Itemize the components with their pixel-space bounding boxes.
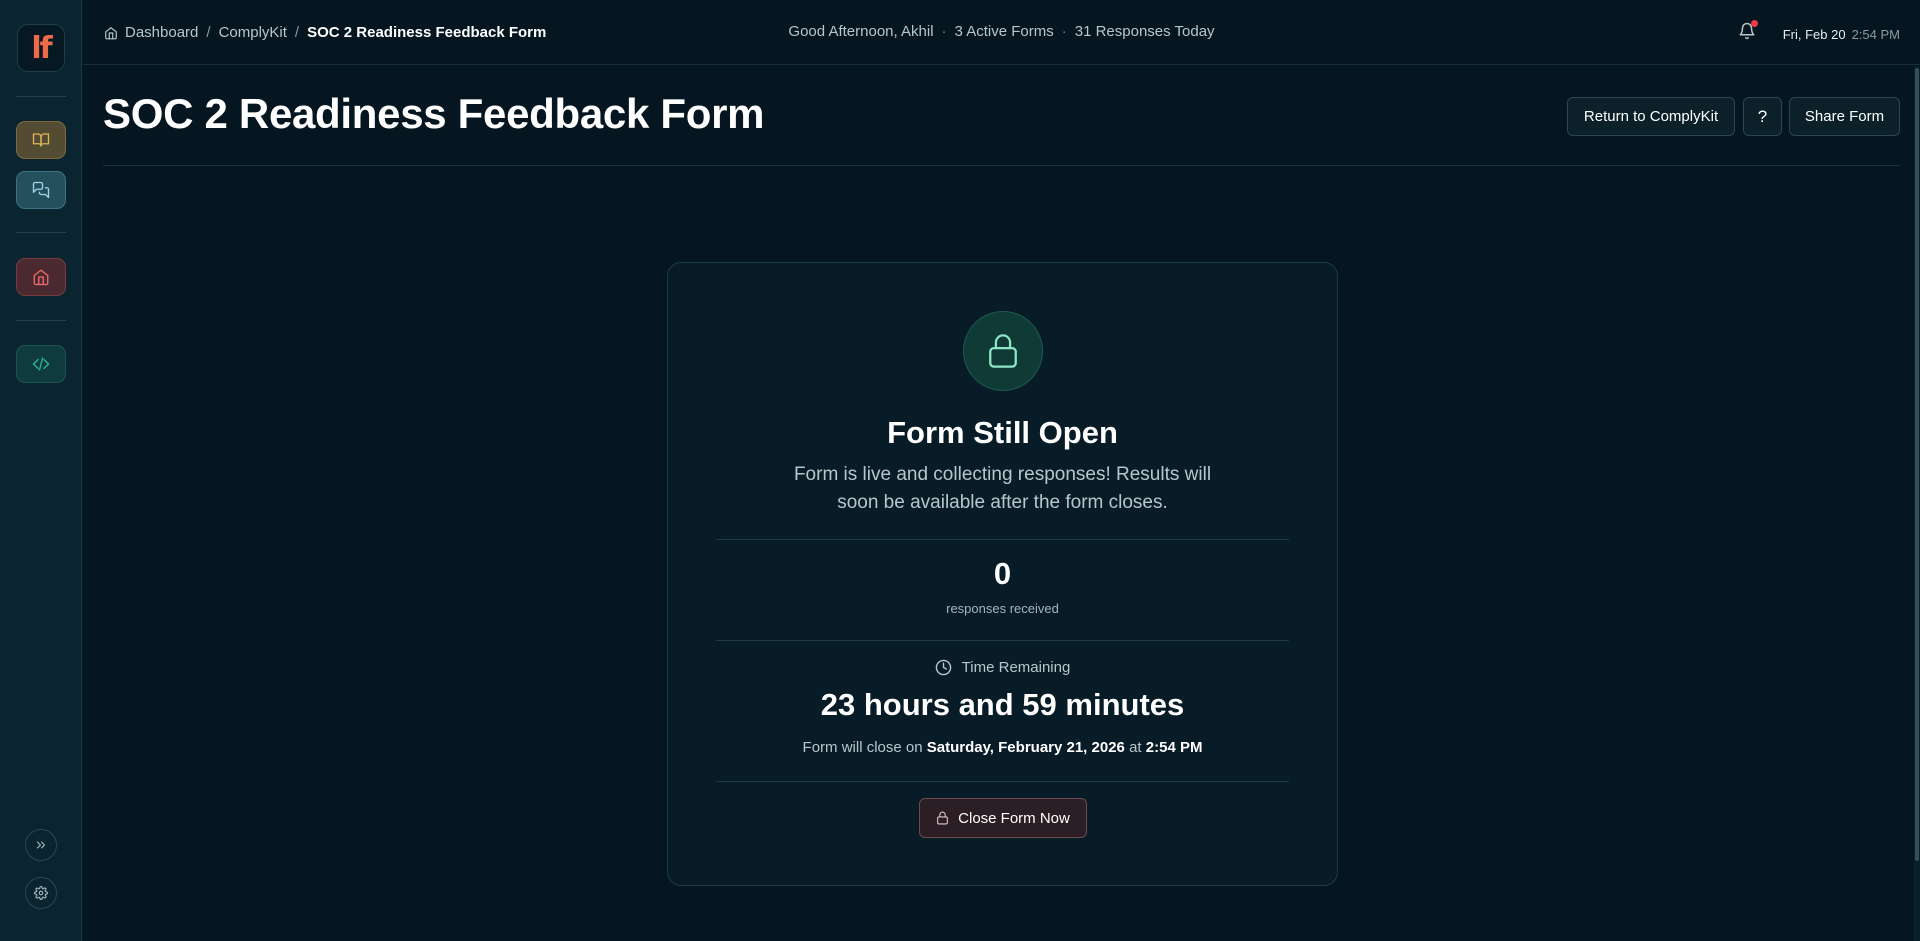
notification-badge <box>1751 20 1758 27</box>
gear-icon <box>34 886 48 900</box>
responses-today-count: 31 Responses Today <box>1074 23 1215 40</box>
close-form-now-button[interactable]: Close Form Now <box>919 798 1087 838</box>
header-divider <box>103 165 1900 166</box>
sidebar-item-feedback[interactable] <box>16 171 66 209</box>
close-date: Saturday, February 21, 2026 <box>926 739 1125 756</box>
current-datetime: Fri, Feb 20 2:54 PM <box>1783 27 1900 42</box>
lock-icon <box>989 334 1017 368</box>
book-icon <box>32 133 50 147</box>
sidebar: lf <box>0 0 82 941</box>
notifications-button[interactable] <box>1738 20 1758 44</box>
help-button[interactable]: ? <box>1743 97 1782 136</box>
chevrons-right-icon <box>36 841 46 849</box>
current-time: 2:54 PM <box>1851 27 1900 42</box>
breadcrumb-separator: / <box>206 24 211 41</box>
share-form-button[interactable]: Share Form <box>1789 97 1900 136</box>
sidebar-divider <box>16 320 66 321</box>
greeting-text: Good Afternoon, Akhil <box>788 23 934 40</box>
sidebar-item-docs[interactable] <box>16 121 66 159</box>
top-bar: Dashboard / ComplyKit / SOC 2 Readiness … <box>83 0 1920 65</box>
breadcrumb: Dashboard / ComplyKit / SOC 2 Readiness … <box>104 24 546 41</box>
sidebar-item-developer[interactable] <box>16 345 66 383</box>
close-time: 2:54 PM <box>1145 739 1203 756</box>
page-title: SOC 2 Readiness Feedback Form <box>103 90 765 137</box>
app-logo[interactable]: lf <box>17 24 65 72</box>
time-remaining-label: Time Remaining <box>961 659 1071 676</box>
form-status-card: Form Still Open Form is live and collect… <box>667 262 1338 886</box>
card-divider <box>716 539 1289 540</box>
close-form-now-label: Close Form Now <box>958 809 1070 827</box>
card-divider <box>716 781 1289 782</box>
home-icon <box>105 26 117 39</box>
current-date: Fri, Feb 20 <box>1782 27 1846 42</box>
breadcrumb-current: SOC 2 Readiness Feedback Form <box>307 24 547 41</box>
response-count: 0 <box>993 556 1012 591</box>
card-divider <box>716 640 1289 641</box>
breadcrumb-dashboard[interactable]: Dashboard <box>125 24 198 41</box>
scrollbar-thumb[interactable] <box>1915 68 1919 861</box>
chat-icon <box>32 181 50 199</box>
response-count-label: responses received <box>946 601 1059 616</box>
breadcrumb-complykit[interactable]: ComplyKit <box>219 24 287 41</box>
close-schedule: Form will close on Saturday, February 21… <box>802 739 1203 756</box>
card-title: Form Still Open <box>887 415 1118 450</box>
sidebar-divider <box>16 96 66 97</box>
time-remaining-heading: Time Remaining <box>668 659 1337 676</box>
sidebar-divider <box>16 232 66 233</box>
lock-icon <box>937 811 949 825</box>
lock-badge <box>963 311 1043 391</box>
home-icon <box>33 269 49 286</box>
expand-sidebar-button[interactable] <box>25 829 57 861</box>
return-to-complykit-button[interactable]: Return to ComplyKit <box>1567 97 1735 136</box>
time-remaining-value: 23 hours and 59 minutes <box>820 687 1185 722</box>
sidebar-item-home[interactable] <box>16 258 66 296</box>
code-icon <box>32 357 50 371</box>
settings-button[interactable] <box>25 877 57 909</box>
active-forms-count: 3 Active Forms <box>954 23 1054 40</box>
card-description: Form is live and collecting responses! R… <box>793 464 1212 513</box>
breadcrumb-separator: / <box>294 24 300 41</box>
clock-icon <box>935 659 951 676</box>
